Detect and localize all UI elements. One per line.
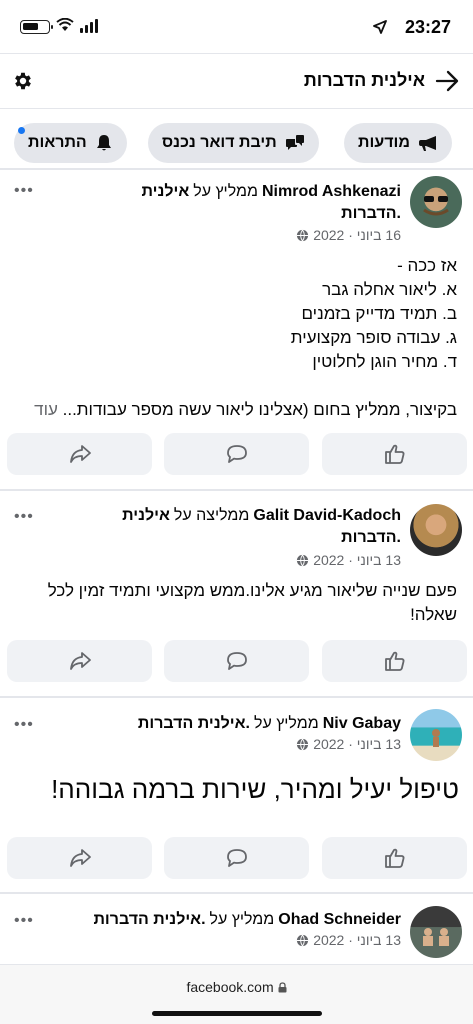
comment-icon (226, 849, 247, 867)
post-line: ד. מחיר הוגן לחלוטין (312, 352, 457, 371)
author-name[interactable]: Galit David-Kadoch (253, 507, 401, 524)
recommends-text: ממליץ על (193, 183, 258, 200)
share-icon (69, 652, 91, 670)
bell-icon (96, 135, 111, 151)
url-text: facebook.com (0, 979, 473, 995)
wifi-icon (56, 18, 74, 31)
recommends-text: ממליצה על (173, 507, 250, 524)
page-name-continued[interactable]: .הדברות (341, 529, 401, 547)
more-options-icon[interactable]: ••• (14, 912, 34, 930)
post-date[interactable]: 13 ביוני · 2022 (313, 932, 401, 948)
page-name[interactable]: אילנית (141, 183, 189, 200)
globe-icon (297, 229, 309, 241)
battery-icon (20, 20, 53, 34)
share-button[interactable] (7, 837, 152, 879)
post-line: ג. עבודה סופר מקצועית (290, 328, 457, 347)
chip-ads-label: מודעות (358, 134, 410, 151)
post-line: אז ככה - (397, 256, 457, 275)
location-arrow-icon (373, 20, 387, 34)
share-button[interactable] (7, 640, 152, 682)
back-arrow-icon[interactable] (435, 70, 459, 92)
status-bar: 23:27 (0, 0, 473, 52)
comment-button[interactable] (164, 640, 309, 682)
review-post: Nimrod Ashkenaziממליץ עלאילנית .הדברות 1… (0, 170, 473, 488)
post-date[interactable]: 16 ביוני · 2022 (313, 227, 401, 243)
more-options-icon[interactable]: ••• (14, 182, 34, 200)
post-meta: 13 ביוני · 2022 (296, 552, 401, 568)
filter-chips: מודעות תיבת דואר נכנס התראות (0, 120, 473, 166)
chip-inbox-label: תיבת דואר נכנס (162, 134, 277, 151)
post-text: פעם שנייה שליאור מגיע אלינו.ממש מקצועי ו… (47, 581, 457, 624)
post-line: א. ליאור אחלה גבר (322, 280, 457, 299)
post-meta: 13 ביוני · 2022 (296, 736, 401, 752)
author-line: Niv Gabayממליץ על.אילנית הדברות (138, 713, 401, 734)
chip-notifications[interactable]: התראות (14, 123, 127, 163)
gear-icon[interactable] (12, 70, 34, 92)
post-actions (7, 837, 467, 879)
review-post: Ohad Schneiderממליץ על.אילנית הדברות 13 … (0, 894, 473, 964)
home-indicator[interactable] (152, 1011, 322, 1016)
avatar[interactable] (410, 504, 462, 556)
clock: 23:27 (404, 17, 451, 37)
post-line (12, 374, 457, 398)
review-post: Galit David-Kadochממליצה עלאילנית .הדברו… (0, 491, 473, 696)
avatar[interactable] (410, 906, 462, 958)
like-button[interactable] (322, 640, 467, 682)
share-button[interactable] (7, 433, 152, 475)
review-post: Niv Gabayממליץ על.אילנית הדברות 13 ביוני… (0, 698, 473, 893)
author-line: Nimrod Ashkenaziממליץ עלאילנית (141, 181, 401, 202)
avatar[interactable] (410, 709, 462, 761)
lock-icon (278, 982, 287, 993)
chip-notifications-label: התראות (28, 134, 87, 151)
notification-dot (18, 127, 25, 134)
post-date[interactable]: 13 ביוני · 2022 (313, 552, 401, 568)
more-options-icon[interactable]: ••• (14, 716, 34, 734)
chip-ads[interactable]: מודעות (344, 123, 452, 163)
post-text: אז ככה - א. ליאור אחלה גבר ב. תמיד מדייק… (12, 254, 457, 422)
post-text: טיפול יעיל ומהיר, שירות ברמה גבוהה! (51, 774, 459, 804)
page-name[interactable]: אילנית (122, 507, 170, 524)
author-line: Ohad Schneiderממליץ על.אילנית הדברות (93, 909, 401, 930)
page-name[interactable]: .אילנית הדברות (138, 715, 250, 732)
comment-icon (226, 652, 247, 670)
like-button[interactable] (322, 433, 467, 475)
share-icon (69, 849, 91, 867)
like-icon (384, 444, 404, 464)
page-title: אילנית הדברות (303, 70, 425, 90)
post-meta: 13 ביוני · 2022 (296, 932, 401, 948)
post-actions (7, 640, 467, 682)
chip-inbox[interactable]: תיבת דואר נכנס (148, 123, 319, 163)
post-actions (7, 433, 467, 475)
comment-button[interactable] (164, 837, 309, 879)
like-icon (384, 848, 404, 868)
megaphone-icon (418, 136, 436, 151)
signal-icon (80, 19, 98, 33)
like-button[interactable] (322, 837, 467, 879)
recommends-text: ממליץ על (253, 715, 319, 732)
recommends-text: ממליץ על (209, 911, 275, 928)
author-name[interactable]: Ohad Schneider (278, 911, 401, 928)
post-line: בקיצור, ממליץ בחום (אצלינו ליאור עשה מספ… (34, 400, 457, 419)
avatar[interactable] (410, 176, 462, 228)
author-line: Galit David-Kadochממליצה עלאילנית (122, 505, 401, 526)
like-icon (384, 651, 404, 671)
globe-icon (297, 554, 309, 566)
post-date[interactable]: 13 ביוני · 2022 (313, 736, 401, 752)
comment-button[interactable] (164, 433, 309, 475)
post-line: ב. תמיד מדייק בזמנים (301, 304, 457, 323)
more-options-icon[interactable]: ••• (14, 508, 34, 526)
page-name[interactable]: .אילנית הדברות (93, 911, 205, 928)
author-name[interactable]: Niv Gabay (323, 715, 401, 732)
see-more-link[interactable]: עוד (34, 400, 58, 419)
comment-icon (226, 445, 247, 463)
author-name[interactable]: Nimrod Ashkenazi (262, 183, 401, 200)
share-icon (69, 445, 91, 463)
globe-icon (297, 738, 309, 750)
page-header: אילנית הדברות (0, 53, 473, 109)
globe-icon (297, 934, 309, 946)
post-meta: 16 ביוני · 2022 (296, 227, 401, 243)
page-name-continued[interactable]: .הדברות (341, 205, 401, 223)
chat-bubbles-icon (285, 135, 304, 150)
